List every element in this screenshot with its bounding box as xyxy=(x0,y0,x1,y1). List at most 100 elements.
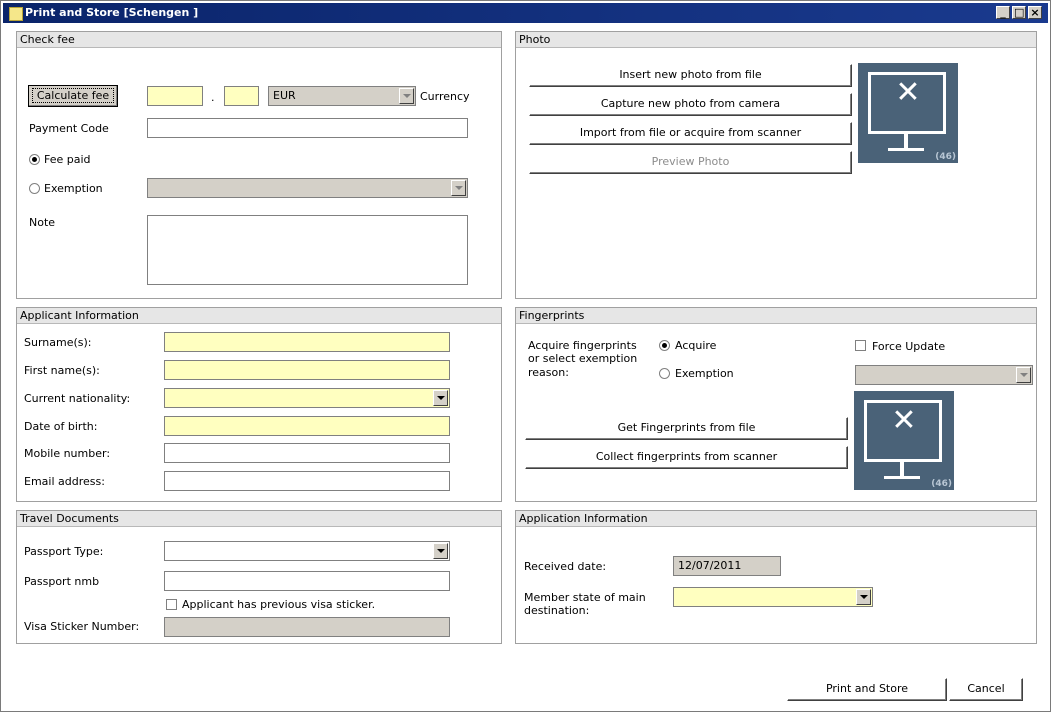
chevron-down-icon xyxy=(451,180,466,196)
capture-photo-label: Capture new photo from camera xyxy=(600,97,781,110)
chevron-down-icon[interactable] xyxy=(1016,367,1031,383)
previous-visa-label: Applicant has previous visa sticker. xyxy=(182,598,376,611)
payment-code-label: Payment Code xyxy=(29,122,109,135)
visa-sticker-label: Visa Sticker Number: xyxy=(24,620,140,633)
mobile-label: Mobile number: xyxy=(24,447,111,460)
preview-photo-label: Preview Photo xyxy=(651,155,730,168)
fingerprint-exemption-label: Exemption xyxy=(675,367,734,380)
dob-input[interactable] xyxy=(164,416,450,436)
fee-decimal-separator: . xyxy=(211,91,215,104)
nationality-label: Current nationality: xyxy=(24,392,131,405)
application-info-panel: Application Information Received date: 1… xyxy=(515,510,1037,644)
panel-header-application: Application Information xyxy=(516,511,1036,527)
close-button[interactable]: × xyxy=(1028,6,1042,19)
surname-label: Surname(s): xyxy=(24,336,92,349)
panel-header-applicant: Applicant Information xyxy=(17,308,501,324)
close-icon: × xyxy=(1030,6,1040,19)
force-update-label: Force Update xyxy=(872,340,946,353)
nationality-select[interactable] xyxy=(164,388,450,408)
mobile-input[interactable] xyxy=(164,443,450,463)
calculate-fee-label: Calculate fee xyxy=(31,88,115,103)
passport-type-label: Passport Type: xyxy=(24,545,104,558)
minimize-icon: _ xyxy=(1000,6,1006,19)
chevron-down-icon[interactable] xyxy=(399,88,414,104)
fingerprint-exemption-radio[interactable] xyxy=(659,368,670,379)
panel-header-fingerprints: Fingerprints xyxy=(516,308,1036,324)
get-fingerprints-file-label: Get Fingerprints from file xyxy=(617,421,756,434)
maximize-icon: □ xyxy=(1014,6,1025,19)
previous-visa-checkbox[interactable] xyxy=(166,599,177,610)
import-photo-label: Import from file or acquire from scanner xyxy=(579,126,802,139)
exemption-label: Exemption xyxy=(44,182,103,195)
member-state-select[interactable] xyxy=(673,587,873,607)
fingerprints-panel: Fingerprints Acquire fingerprints or sel… xyxy=(515,307,1037,502)
member-state-label-line1: Member state of main xyxy=(524,591,646,604)
maximize-button[interactable]: □ xyxy=(1012,6,1026,19)
import-photo-button[interactable]: Import from file or acquire from scanner xyxy=(529,122,852,145)
cancel-label: Cancel xyxy=(967,682,1005,695)
exemption-radio[interactable] xyxy=(29,183,40,194)
note-label: Note xyxy=(29,216,56,229)
get-fingerprints-file-button[interactable]: Get Fingerprints from file xyxy=(525,417,848,440)
email-input[interactable] xyxy=(164,471,450,491)
fee-paid-label: Fee paid xyxy=(44,153,91,166)
title-bar: Print and Store [Schengen ] _ □ × xyxy=(3,3,1048,23)
check-fee-panel: Check fee Calculate fee . EUR Currency P… xyxy=(16,31,502,299)
travel-documents-panel: Travel Documents Passport Type: Passport… xyxy=(16,510,502,644)
fingerprint-exemption-select[interactable] xyxy=(855,365,1033,385)
capture-photo-button[interactable]: Capture new photo from camera xyxy=(529,93,852,116)
force-update-checkbox[interactable] xyxy=(855,340,866,351)
fingerprints-prompt-line3: reason: xyxy=(528,366,569,379)
panel-header-travel: Travel Documents xyxy=(17,511,501,527)
member-state-label-line2: destination: xyxy=(524,604,590,617)
print-and-store-label: Print and Store xyxy=(825,682,909,695)
photo-placeholder-number: (46) xyxy=(935,152,956,162)
chevron-down-icon[interactable] xyxy=(856,589,871,605)
window-title: Print and Store [Schengen ] xyxy=(25,6,199,19)
fee-decimal-input[interactable] xyxy=(224,86,259,106)
fee-paid-radio[interactable] xyxy=(29,154,40,165)
currency-label: Currency xyxy=(420,90,470,103)
chevron-down-icon[interactable] xyxy=(433,543,448,559)
insert-photo-button[interactable]: Insert new photo from file xyxy=(529,64,852,87)
acquire-label: Acquire xyxy=(675,339,717,352)
collect-fingerprints-scanner-label: Collect fingerprints from scanner xyxy=(595,450,778,463)
collect-fingerprints-scanner-button[interactable]: Collect fingerprints from scanner xyxy=(525,446,848,469)
received-date-label: Received date: xyxy=(524,560,607,573)
calculate-fee-button[interactable]: Calculate fee xyxy=(28,85,118,107)
cancel-button[interactable]: Cancel xyxy=(949,678,1023,701)
print-and-store-button[interactable]: Print and Store xyxy=(787,678,947,701)
dob-label: Date of birth: xyxy=(24,420,98,433)
fingerprints-prompt-line2: or select exemption xyxy=(528,352,638,365)
chevron-down-icon[interactable] xyxy=(433,390,448,406)
payment-code-input[interactable] xyxy=(147,118,468,138)
fee-integer-input[interactable] xyxy=(147,86,203,106)
surname-input[interactable] xyxy=(164,332,450,352)
fingerprints-prompt-line1: Acquire fingerprints xyxy=(528,339,637,352)
currency-select[interactable]: EUR xyxy=(268,86,416,106)
acquire-radio[interactable] xyxy=(659,340,670,351)
panel-header-check-fee: Check fee xyxy=(17,32,501,48)
main-window: Print and Store [Schengen ] _ □ × Check … xyxy=(0,0,1051,712)
app-icon xyxy=(9,7,23,21)
applicant-panel: Applicant Information Surname(s): First … xyxy=(16,307,502,502)
passport-nmb-input[interactable] xyxy=(164,571,450,591)
photo-placeholder: ✕ (46) xyxy=(858,63,958,163)
passport-nmb-label: Passport nmb xyxy=(24,575,100,588)
no-image-icon: ✕ xyxy=(895,75,921,110)
exemption-reason-select xyxy=(147,178,468,198)
photo-panel: Photo Insert new photo from file Capture… xyxy=(515,31,1037,299)
note-textarea[interactable] xyxy=(147,215,468,285)
received-date-input: 12/07/2011 xyxy=(673,556,781,576)
panel-header-photo: Photo xyxy=(516,32,1036,48)
firstname-label: First name(s): xyxy=(24,364,100,377)
currency-value: EUR xyxy=(273,89,296,102)
insert-photo-label: Insert new photo from file xyxy=(619,68,762,81)
no-image-icon: ✕ xyxy=(891,403,917,438)
firstname-input[interactable] xyxy=(164,360,450,380)
passport-type-select[interactable] xyxy=(164,541,450,561)
fingerprints-placeholder-number: (46) xyxy=(931,479,952,489)
minimize-button[interactable]: _ xyxy=(996,6,1010,19)
preview-photo-button: Preview Photo xyxy=(529,151,852,174)
email-label: Email address: xyxy=(24,475,105,488)
